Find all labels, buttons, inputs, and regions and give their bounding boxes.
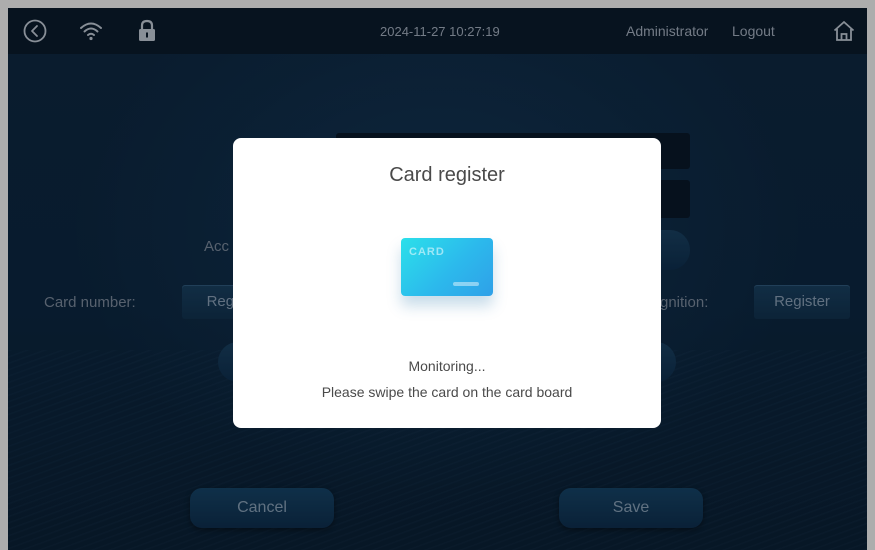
dialog-title: Card register — [389, 164, 505, 186]
card-stripe — [453, 282, 479, 286]
card-register-dialog: Card register CARD Monitoring... Please … — [233, 138, 661, 428]
swipe-instruction: Please swipe the card on the card board — [321, 384, 573, 400]
card-image-text: CARD — [409, 246, 445, 258]
card-icon: CARD — [401, 238, 493, 296]
monitoring-status: Monitoring... — [408, 358, 486, 374]
